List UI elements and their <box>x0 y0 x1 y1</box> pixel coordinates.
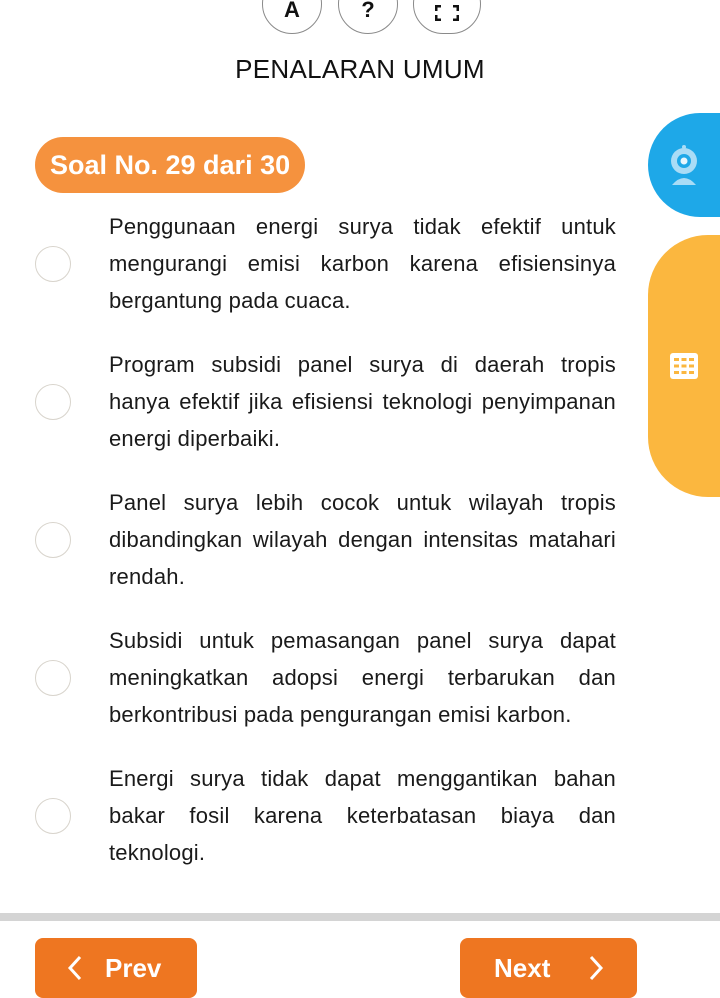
answer-text: Penggunaan energi surya tidak efektif un… <box>109 214 616 313</box>
help-button[interactable]: ? <box>338 0 398 34</box>
answer-text: Panel surya lebih cocok untuk wilayah tr… <box>109 490 616 589</box>
fullscreen-button[interactable] <box>413 0 481 34</box>
answer-text: Energi surya tidak dapat menggantikan ba… <box>109 766 616 865</box>
answer-radio[interactable] <box>35 384 71 420</box>
question-grid-tab[interactable] <box>648 235 720 497</box>
page-title: PENALARAN UMUM <box>235 54 485 84</box>
question-number-badge: Soal No. 29 dari 30 <box>35 137 306 193</box>
font-size-button[interactable]: A <box>262 0 322 34</box>
answer-radio[interactable] <box>35 660 71 696</box>
webcam-icon <box>671 145 697 185</box>
help-label: ? <box>361 0 375 22</box>
answer-radio[interactable] <box>35 522 71 558</box>
answer-text: Program subsidi panel surya di daerah tr… <box>109 352 616 451</box>
next-label: Next <box>494 952 551 983</box>
footer-divider <box>0 913 720 921</box>
prev-button[interactable]: Prev <box>35 938 197 998</box>
chevron-right-icon <box>590 955 604 981</box>
camera-tab[interactable] <box>648 113 720 217</box>
answer-text: Subsidi untuk pemasangan panel surya dap… <box>109 628 616 727</box>
next-button[interactable]: Next <box>460 938 637 998</box>
font-size-label: A <box>284 0 300 22</box>
grid-icon <box>670 353 698 379</box>
fullscreen-icon <box>435 5 459 21</box>
prev-label: Prev <box>105 952 162 983</box>
answer-radio[interactable] <box>35 798 71 834</box>
chevron-left-icon <box>67 955 82 981</box>
answer-radio[interactable] <box>35 246 71 282</box>
